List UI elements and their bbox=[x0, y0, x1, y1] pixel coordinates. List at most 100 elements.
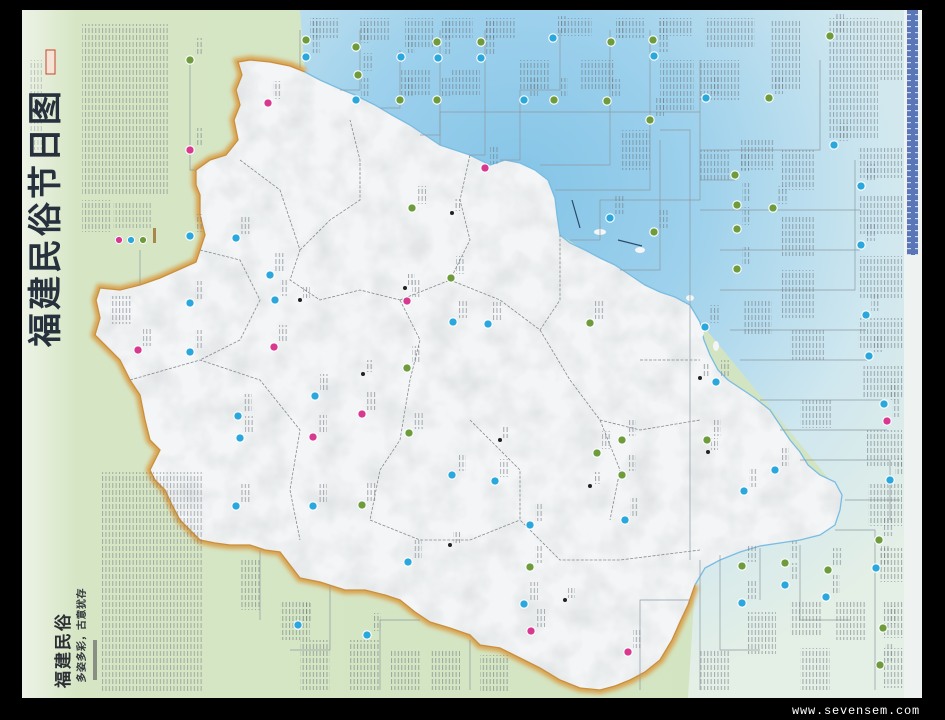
marker-label-block bbox=[414, 411, 423, 429]
festival-marker-pink bbox=[133, 345, 143, 355]
festival-marker-blue bbox=[879, 399, 889, 409]
festival-marker-blue bbox=[885, 475, 895, 485]
city-label-block bbox=[703, 364, 710, 376]
marker-label-block bbox=[721, 360, 730, 378]
festival-marker-pink bbox=[882, 416, 892, 426]
marker-label-block bbox=[888, 606, 897, 624]
festival-marker-green bbox=[585, 318, 595, 328]
text-block bbox=[450, 70, 480, 95]
marker-label-block bbox=[486, 36, 495, 54]
marker-label-block bbox=[835, 14, 844, 32]
festival-marker-blue bbox=[362, 630, 372, 640]
city-label-block bbox=[593, 472, 600, 484]
text-block bbox=[748, 612, 776, 654]
marker-label-block bbox=[742, 207, 751, 225]
legend-bar-brown bbox=[153, 228, 156, 243]
festival-marker-green bbox=[768, 203, 778, 213]
marker-label-block bbox=[874, 334, 883, 352]
festival-marker-blue bbox=[620, 515, 630, 525]
festival-marker-green bbox=[357, 500, 367, 510]
festival-marker-green bbox=[730, 170, 740, 180]
marker-label-block bbox=[742, 183, 751, 201]
island bbox=[635, 247, 645, 253]
city-label-block bbox=[568, 586, 575, 598]
festival-marker-blue bbox=[433, 53, 443, 63]
festival-marker-blue bbox=[448, 317, 458, 327]
festival-marker-green bbox=[602, 96, 612, 106]
city-dot bbox=[498, 438, 502, 442]
festival-marker-pink bbox=[480, 163, 490, 173]
festival-marker-blue bbox=[856, 240, 866, 250]
festival-marker-blue bbox=[185, 347, 195, 357]
marker-label-block bbox=[413, 540, 422, 558]
marker-label-block bbox=[747, 544, 756, 562]
feature-subheading: 多姿多彩，古意犹存 bbox=[77, 588, 88, 683]
marker-label-block bbox=[884, 518, 893, 536]
marker-label-block bbox=[790, 541, 799, 559]
text-block bbox=[780, 150, 814, 190]
festival-marker-blue bbox=[301, 52, 311, 62]
city-label-block bbox=[455, 199, 462, 211]
decorative-edge-band bbox=[907, 10, 918, 255]
marker-label-block bbox=[500, 459, 509, 477]
festival-marker-green bbox=[732, 264, 742, 274]
watermark: www.sevensem.com bbox=[792, 704, 921, 718]
festival-marker-green bbox=[402, 363, 412, 373]
folk-festival-map bbox=[22, 10, 922, 698]
marker-label-block bbox=[885, 643, 894, 661]
marker-label-block bbox=[536, 609, 545, 627]
festival-marker-pink bbox=[308, 432, 318, 442]
marker-label-block bbox=[243, 394, 252, 412]
marker-label-block bbox=[303, 603, 312, 621]
text-block bbox=[858, 148, 902, 178]
marker-label-block bbox=[412, 279, 421, 297]
marker-label-block bbox=[320, 374, 329, 392]
festival-marker-blue bbox=[235, 433, 245, 443]
marker-label-block bbox=[712, 418, 721, 436]
marker-label-block bbox=[895, 458, 904, 476]
festival-marker-blue bbox=[700, 322, 710, 332]
marker-label-block bbox=[412, 346, 421, 364]
feature-heading: 福建民俗 bbox=[54, 612, 74, 688]
festival-marker-green bbox=[351, 42, 361, 52]
marker-label-block bbox=[529, 582, 538, 600]
text-block bbox=[660, 60, 694, 110]
festival-marker-green bbox=[874, 535, 884, 545]
marker-label-block bbox=[457, 453, 466, 471]
city-label-block bbox=[366, 360, 373, 372]
marker-label-block bbox=[529, 78, 538, 96]
festival-marker-green bbox=[732, 224, 742, 234]
marker-label-block bbox=[790, 563, 799, 581]
festival-marker-green bbox=[732, 200, 742, 210]
city-dot bbox=[361, 372, 365, 376]
festival-marker-green bbox=[592, 448, 602, 458]
festival-marker-blue bbox=[829, 140, 839, 150]
marker-label-block bbox=[367, 392, 376, 410]
festival-marker-blue bbox=[605, 213, 615, 223]
text-block bbox=[580, 60, 614, 90]
marker-label-block bbox=[602, 431, 611, 449]
festival-marker-blue bbox=[310, 391, 320, 401]
festival-marker-blue bbox=[770, 465, 780, 475]
festival-marker-green bbox=[476, 37, 486, 47]
festival-marker-green bbox=[617, 470, 627, 480]
festival-marker-pink bbox=[526, 626, 536, 636]
marker-label-block bbox=[195, 128, 204, 146]
festival-marker-green bbox=[875, 660, 885, 670]
marker-label-block bbox=[616, 20, 625, 38]
city-dot bbox=[448, 543, 452, 547]
marker-label-block bbox=[627, 418, 636, 436]
marker-label-block bbox=[442, 78, 451, 96]
marker-label-block bbox=[655, 98, 664, 116]
marker-label-block bbox=[535, 545, 544, 563]
festival-marker-blue bbox=[265, 270, 275, 280]
marker-label-block bbox=[627, 453, 636, 471]
festival-marker-blue bbox=[548, 33, 558, 43]
marker-label-block bbox=[866, 223, 875, 241]
marker-label-block bbox=[780, 448, 789, 466]
festival-marker-blue bbox=[519, 95, 529, 105]
festival-marker-green bbox=[825, 31, 835, 41]
marker-label-block bbox=[361, 25, 370, 43]
text-block bbox=[744, 300, 772, 334]
marker-label-block bbox=[195, 281, 204, 299]
